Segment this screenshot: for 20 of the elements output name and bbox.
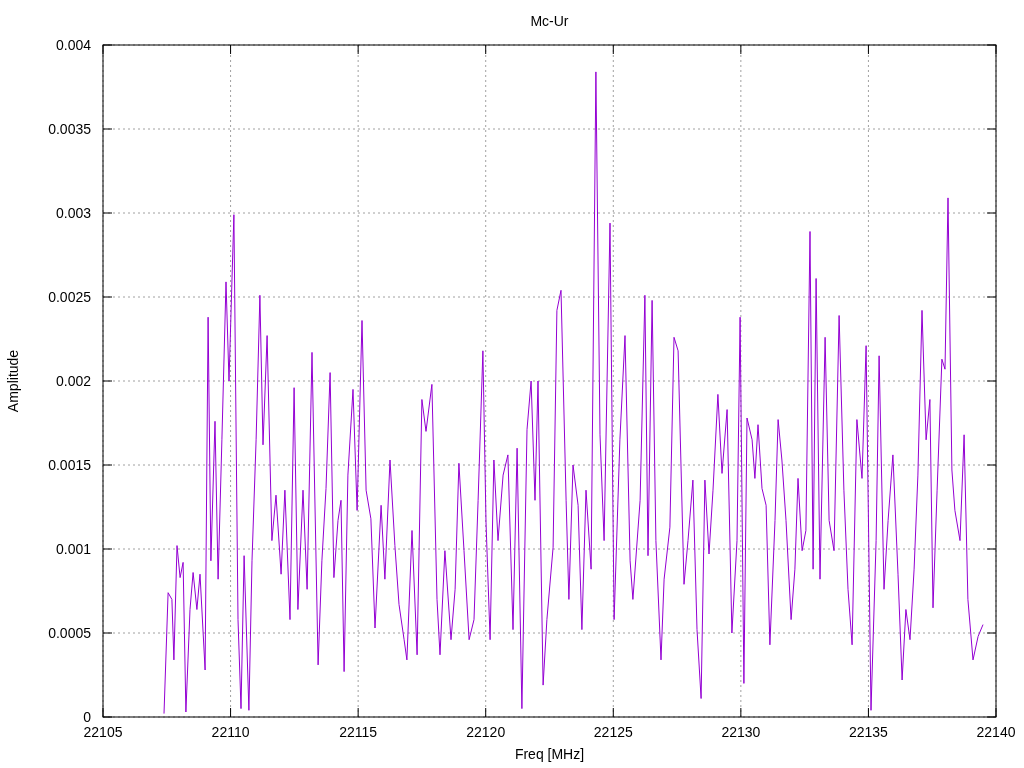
x-tick-label: 22110 [211,724,250,740]
y-tick-label: 0.001 [55,541,91,557]
x-tick-label: 22130 [721,724,761,740]
y-tick-label: 0 [83,709,91,725]
y-tick-label: 0.003 [55,205,91,221]
y-tick-label: 0.0015 [48,457,91,473]
x-axis-label: Freq [MHz] [514,746,585,762]
y-tick-label: 0.0005 [48,625,91,641]
y-axis-label: Amplitude [5,349,21,413]
x-tick-label: 22135 [848,724,888,740]
x-tick-label: 22105 [83,724,123,740]
chart-title: Mc-Ur [530,13,569,29]
x-tick-label: 22125 [593,724,633,740]
y-tick-label: 0.0025 [48,289,91,305]
x-tick-label: 22140 [976,724,1016,740]
x-tick-label: 22120 [466,724,506,740]
y-tick-label: 0.002 [55,373,91,389]
y-tick-label: 0.004 [55,37,91,53]
x-tick-label: 22115 [339,724,378,740]
y-tick-label: 0.0035 [48,121,91,137]
